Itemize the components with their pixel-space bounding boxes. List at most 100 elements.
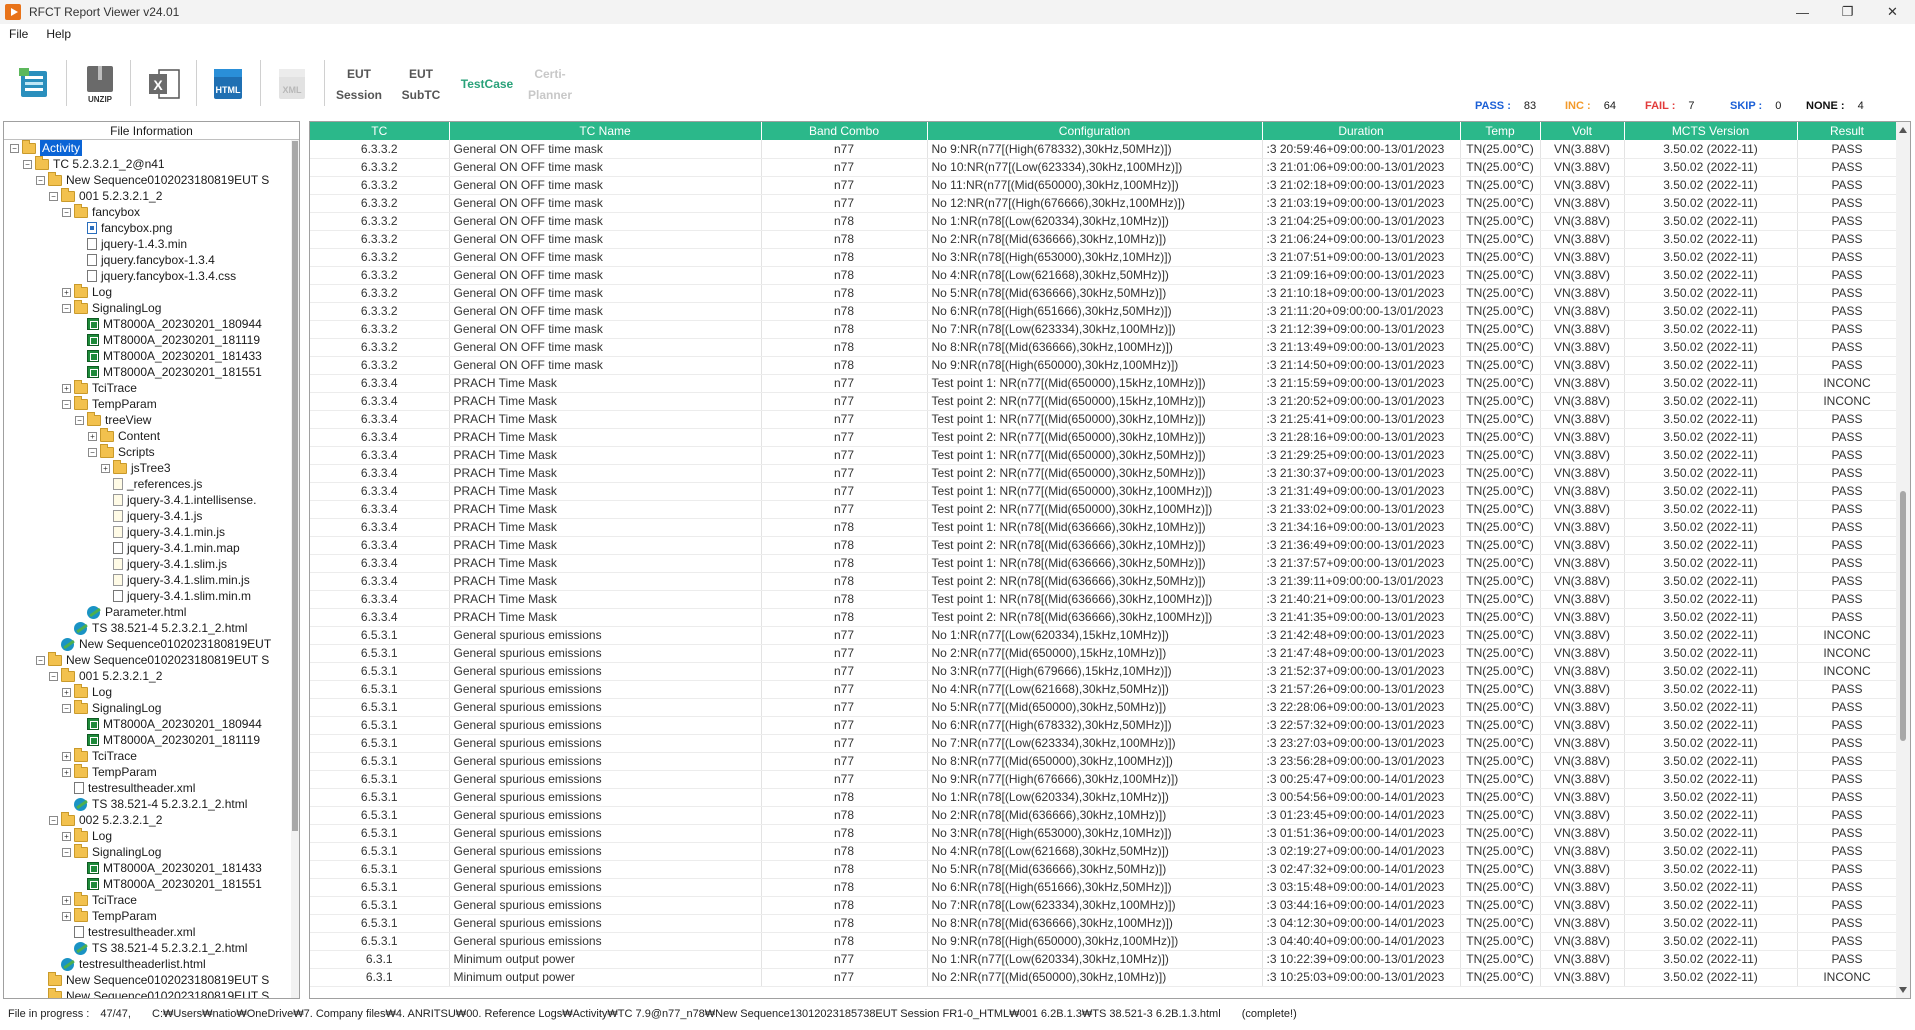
table-row[interactable]: 6.3.3.4 PRACH Time Mask n78 Test point 2: N… [310, 572, 1898, 591]
collapse-icon[interactable]: − [75, 415, 84, 425]
tree-node[interactable]: MT8000A_20230201_180944 [4, 316, 299, 332]
table-row[interactable]: 6.3.3.4 PRACH Time Mask n77 Test point 2: N… [310, 428, 1898, 447]
column-header[interactable]: Result [1797, 122, 1898, 140]
column-header[interactable]: Volt [1540, 122, 1625, 140]
table-row[interactable]: 6.5.3.1 General spurious emissions n78 No 2… [310, 806, 1898, 825]
table-row[interactable]: 6.3.3.2 General ON OFF time mask n78 No 4:N… [310, 266, 1898, 285]
table-row[interactable]: 6.3.3.2 General ON OFF time mask n78 No 9:N… [310, 356, 1898, 375]
tree-node[interactable]: − 001 5.2.3.2.1_2 [4, 187, 299, 204]
table-row[interactable]: 6.3.3.2 General ON OFF time mask n78 No 2:N… [310, 230, 1898, 249]
collapse-icon[interactable]: − [49, 191, 58, 201]
table-row[interactable]: 6.3.3.4 PRACH Time Mask n78 Test point 2: N… [310, 536, 1898, 555]
tree-node[interactable]: MT8000A_20230201_181433 [4, 348, 299, 364]
table-row[interactable]: 6.3.3.2 General ON OFF time mask n78 No 6:N… [310, 302, 1898, 321]
table-row[interactable]: 6.3.3.4 PRACH Time Mask n77 Test point 2: N… [310, 464, 1898, 483]
table-row[interactable]: 6.3.3.4 PRACH Time Mask n77 Test point 1: N… [310, 374, 1898, 393]
table-row[interactable]: 6.3.3.4 PRACH Time Mask n77 Test point 1: N… [310, 482, 1898, 501]
tree-node[interactable]: + TempParam [4, 907, 299, 924]
expand-icon[interactable]: + [62, 911, 71, 921]
table-row[interactable]: 6.3.3.2 General ON OFF time mask n77 No 12:… [310, 194, 1898, 213]
table-row[interactable]: 6.3.3.4 PRACH Time Mask n78 Test point 1: N… [310, 554, 1898, 573]
open-report-button[interactable] [16, 58, 52, 110]
eut-subtc-button[interactable]: EUT SubTC [396, 64, 446, 106]
table-row[interactable]: 6.5.3.1 General spurious emissions n77 No 7… [310, 734, 1898, 753]
collapse-icon[interactable]: − [49, 671, 58, 681]
collapse-icon[interactable]: − [62, 847, 71, 857]
expand-icon[interactable]: + [101, 463, 110, 473]
tree-node[interactable]: − TempParam [4, 395, 299, 412]
collapse-icon[interactable]: − [62, 399, 71, 409]
tree-node[interactable]: jquery-3.4.1.slim.js [4, 556, 299, 572]
table-row[interactable]: 6.3.3.2 General ON OFF time mask n77 No 9:N… [310, 140, 1898, 159]
tree-node[interactable]: fancybox.png [4, 220, 299, 236]
tree-node[interactable]: TS 38.521-4 5.2.3.2.1_2.html [4, 620, 299, 636]
expand-icon[interactable]: + [62, 287, 71, 297]
table-row[interactable]: 6.5.3.1 General spurious emissions n77 No 4… [310, 680, 1898, 699]
tree-node[interactable]: MT8000A_20230201_181119 [4, 732, 299, 748]
table-row[interactable]: 6.3.3.2 General ON OFF time mask n78 No 5:N… [310, 284, 1898, 303]
table-row[interactable]: 6.5.3.1 General spurious emissions n78 No 6… [310, 878, 1898, 897]
tree-node[interactable]: + Log [4, 283, 299, 300]
collapse-icon[interactable]: − [36, 175, 45, 185]
tree-node[interactable]: testresultheader.xml [4, 780, 299, 796]
collapse-icon[interactable]: − [88, 447, 97, 457]
tree-node[interactable]: − SignalingLog [4, 843, 299, 860]
menu-file[interactable]: File [0, 27, 37, 41]
collapse-icon[interactable]: − [49, 815, 58, 825]
column-header[interactable]: Band Combo [761, 122, 928, 140]
table-row[interactable]: 6.3.3.2 General ON OFF time mask n78 No 3:N… [310, 248, 1898, 267]
collapse-icon[interactable]: − [36, 655, 45, 665]
tree-node[interactable]: MT8000A_20230201_180944 [4, 716, 299, 732]
tree-node[interactable]: testresultheaderlist.html [4, 956, 299, 972]
tree-node[interactable]: New Sequence0102023180819EUT S [4, 971, 299, 988]
tree-node[interactable]: − New Sequence0102023180819EUT S [4, 651, 299, 668]
table-row[interactable]: 6.3.3.2 General ON OFF time mask n78 No 1:N… [310, 212, 1898, 231]
tree-node[interactable]: jquery-3.4.1.intellisense. [4, 492, 299, 508]
tree-node[interactable]: MT8000A_20230201_181551 [4, 364, 299, 380]
xml-export-button[interactable]: XML [272, 58, 312, 110]
tree-node[interactable]: − SignalingLog [4, 699, 299, 716]
column-header[interactable]: Duration [1262, 122, 1461, 140]
minimize-button[interactable]: — [1780, 0, 1825, 24]
html-export-button[interactable]: HTML [208, 58, 248, 110]
table-row[interactable]: 6.5.3.1 General spurious emissions n77 No 3… [310, 662, 1898, 681]
column-header[interactable]: Configuration [927, 122, 1263, 140]
tree-node[interactable]: + jsTree3 [4, 459, 299, 476]
collapse-icon[interactable]: − [23, 159, 32, 169]
collapse-icon[interactable]: − [10, 143, 19, 153]
tree-node[interactable]: _references.js [4, 476, 299, 492]
column-header[interactable]: MCTS Version [1624, 122, 1798, 140]
table-row[interactable]: 6.3.3.2 General ON OFF time mask n78 No 7:N… [310, 320, 1898, 339]
table-row[interactable]: 6.3.3.4 PRACH Time Mask n78 Test point 2: N… [310, 608, 1898, 627]
tree-node[interactable]: − treeView [4, 411, 299, 428]
unzip-button[interactable]: UNZIP [80, 58, 120, 110]
tree-node[interactable]: MT8000A_20230201_181119 [4, 332, 299, 348]
tree-node[interactable]: jquery-3.4.1.js [4, 508, 299, 524]
certi-planner-button[interactable]: Certi- Planner [524, 64, 576, 106]
column-header[interactable]: TC [310, 122, 450, 140]
column-header[interactable]: Temp [1460, 122, 1541, 140]
tree-node[interactable]: Parameter.html [4, 604, 299, 620]
table-row[interactable]: 6.3.3.4 PRACH Time Mask n77 Test point 2: N… [310, 500, 1898, 519]
tree-node[interactable]: + Content [4, 427, 299, 444]
tree-node[interactable]: − 001 5.2.3.2.1_2 [4, 667, 299, 684]
table-row[interactable]: 6.5.3.1 General spurious emissions n78 No 9… [310, 932, 1898, 951]
tree-node[interactable]: New Sequence0102023180819EUT S [4, 987, 299, 998]
table-row[interactable]: 6.3.3.4 PRACH Time Mask n77 Test point 1: N… [310, 446, 1898, 465]
tree-node[interactable]: + Log [4, 683, 299, 700]
results-scrollbar[interactable] [1896, 122, 1910, 998]
tree-node[interactable]: jquery-3.4.1.min.js [4, 524, 299, 540]
tree-node[interactable]: testresultheader.xml [4, 924, 299, 940]
scroll-down-arrow-icon[interactable] [1899, 987, 1907, 993]
table-row[interactable]: 6.5.3.1 General spurious emissions n78 No 3… [310, 824, 1898, 843]
tree-node[interactable]: − TC 5.2.3.2.1_2@n41 [4, 155, 299, 172]
menu-help[interactable]: Help [37, 27, 80, 41]
file-tree-scrollbar[interactable] [291, 140, 299, 998]
tree-node[interactable]: jquery-3.4.1.min.map [4, 540, 299, 556]
tree-node[interactable]: jquery-3.4.1.slim.min.m [4, 588, 299, 604]
table-row[interactable]: 6.3.3.2 General ON OFF time mask n78 No 8:N… [310, 338, 1898, 357]
testcase-button[interactable]: TestCase [454, 74, 520, 95]
expand-icon[interactable]: + [62, 687, 71, 697]
excel-export-button[interactable]: X [144, 58, 184, 110]
table-row[interactable]: 6.3.3.4 PRACH Time Mask n78 Test point 1: N… [310, 590, 1898, 609]
